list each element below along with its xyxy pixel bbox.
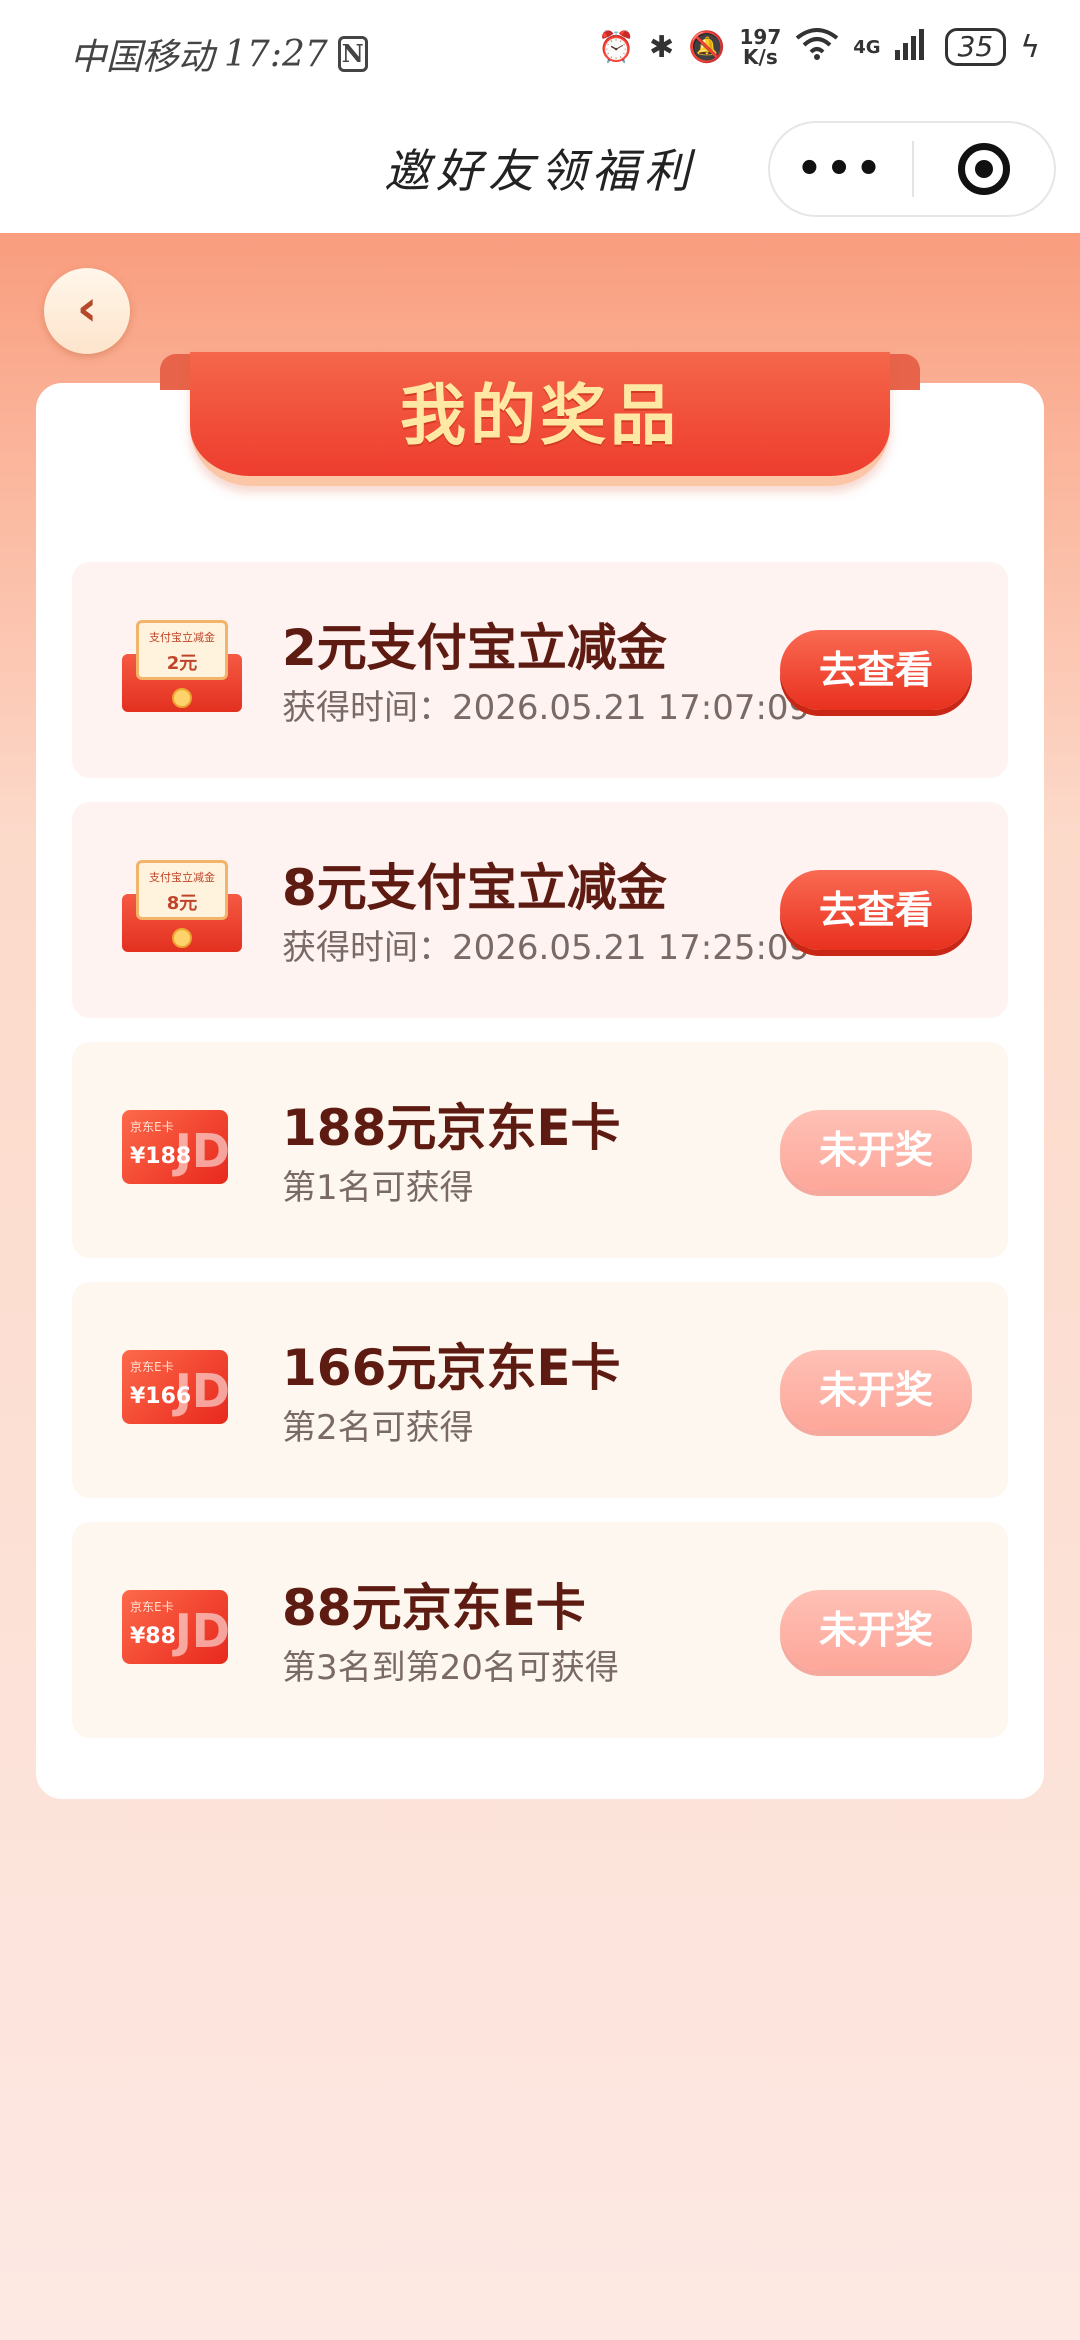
carrier-name: 中国移动 — [70, 37, 215, 78]
thumb-amount: ¥88 — [130, 1624, 176, 1649]
prize-subtitle: 获得时间：2026.05.21 17:25:09 — [282, 928, 811, 968]
back-button[interactable]: ‹ — [44, 268, 130, 354]
wifi-icon — [795, 26, 839, 68]
view-prize-button[interactable]: 去查看 — [780, 630, 972, 710]
target-icon — [957, 143, 1010, 195]
alarm-icon: ⏰ — [597, 29, 635, 65]
status-left: 中国移动 17:27 N — [70, 28, 368, 80]
prize-title: 2元支付宝立减金 — [282, 619, 667, 677]
thumb-label: 支付宝立减金 — [149, 631, 215, 644]
status-right: ⏰ ✱ 🔕 197 K/s 4G 35 ϟ — [598, 26, 1040, 68]
jd-logo: JD — [174, 1124, 228, 1178]
thumb-amount: 8元 — [166, 893, 198, 914]
prize-subtitle: 第2名可获得 — [282, 1408, 474, 1448]
prizes-banner: 我的奖品 — [160, 350, 920, 500]
not-drawn-button[interactable]: 未开奖 — [780, 1110, 972, 1190]
close-mini-program-button[interactable] — [914, 143, 1054, 195]
coin-icon — [172, 928, 192, 948]
prize-item: 京东E卡 ¥166 JD 166元京东E卡 第2名可获得 未开奖 — [72, 1282, 1008, 1498]
thumb-amount: 2元 — [166, 653, 198, 674]
alipay-voucher-thumbnail: 支付宝立减金 8元 — [112, 860, 252, 960]
jd-logo: JD — [174, 1604, 228, 1658]
not-drawn-button[interactable]: 未开奖 — [780, 1350, 972, 1430]
net-speed-unit: K/s — [743, 45, 778, 69]
not-drawn-button[interactable]: 未开奖 — [780, 1590, 972, 1670]
prize-subtitle: 第3名到第20名可获得 — [282, 1648, 619, 1688]
coin-icon — [172, 688, 192, 708]
more-menu-button[interactable]: ••• — [770, 149, 912, 189]
status-bar: 中国移动 17:27 N ⏰ ✱ 🔕 197 K/s 4G 35 ϟ — [0, 0, 1080, 105]
chevron-left-icon: ‹ — [76, 279, 98, 337]
prize-item: 支付宝立减金 8元 8元支付宝立减金 获得时间：2026.05.21 17:25… — [72, 802, 1008, 1018]
net-speed: 197 K/s — [740, 27, 782, 67]
prize-title: 188元京东E卡 — [282, 1099, 621, 1157]
thumb-label: 京东E卡 — [130, 1360, 174, 1374]
prize-item: 支付宝立减金 2元 2元支付宝立减金 获得时间：2026.05.21 17:07… — [72, 562, 1008, 778]
prize-subtitle: 获得时间：2026.05.21 17:07:09 — [282, 688, 811, 728]
banner-ribbon: 我的奖品 — [190, 352, 890, 486]
view-prize-button[interactable]: 去查看 — [780, 870, 972, 950]
thumb-label: 支付宝立减金 — [149, 871, 215, 884]
jd-logo: JD — [174, 1364, 228, 1418]
jd-card-thumbnail: 京东E卡 ¥188 JD — [112, 1100, 252, 1200]
mini-program-capsule: ••• — [768, 121, 1056, 217]
prize-subtitle: 第1名可获得 — [282, 1168, 474, 1208]
prize-title: 166元京东E卡 — [282, 1339, 621, 1397]
thumb-label: 京东E卡 — [130, 1120, 174, 1134]
jd-card-thumbnail: 京东E卡 ¥88 JD — [112, 1580, 252, 1680]
network-type: 4G — [853, 36, 881, 58]
battery-level: 35 — [944, 28, 1007, 66]
prize-item: 京东E卡 ¥188 JD 188元京东E卡 第1名可获得 未开奖 — [72, 1042, 1008, 1258]
thumb-label: 京东E卡 — [130, 1600, 174, 1614]
title-bar: 邀好友领福利 ••• — [0, 105, 1080, 233]
jd-card-thumbnail: 京东E卡 ¥166 JD — [112, 1340, 252, 1440]
charging-icon: ϟ — [1020, 29, 1040, 65]
mute-icon: 🔕 — [688, 29, 726, 65]
alipay-voucher-thumbnail: 支付宝立减金 2元 — [112, 620, 252, 720]
banner-title: 我的奖品 — [400, 377, 680, 454]
signal-icon — [894, 26, 931, 68]
clock: 17:27 — [224, 33, 328, 75]
prize-title: 8元支付宝立减金 — [282, 859, 667, 917]
bluetooth-icon: ✱ — [649, 29, 675, 65]
prize-item: 京东E卡 ¥88 JD 88元京东E卡 第3名到第20名可获得 未开奖 — [72, 1522, 1008, 1738]
prize-title: 88元京东E卡 — [282, 1579, 586, 1637]
nfc-icon: N — [337, 36, 368, 72]
